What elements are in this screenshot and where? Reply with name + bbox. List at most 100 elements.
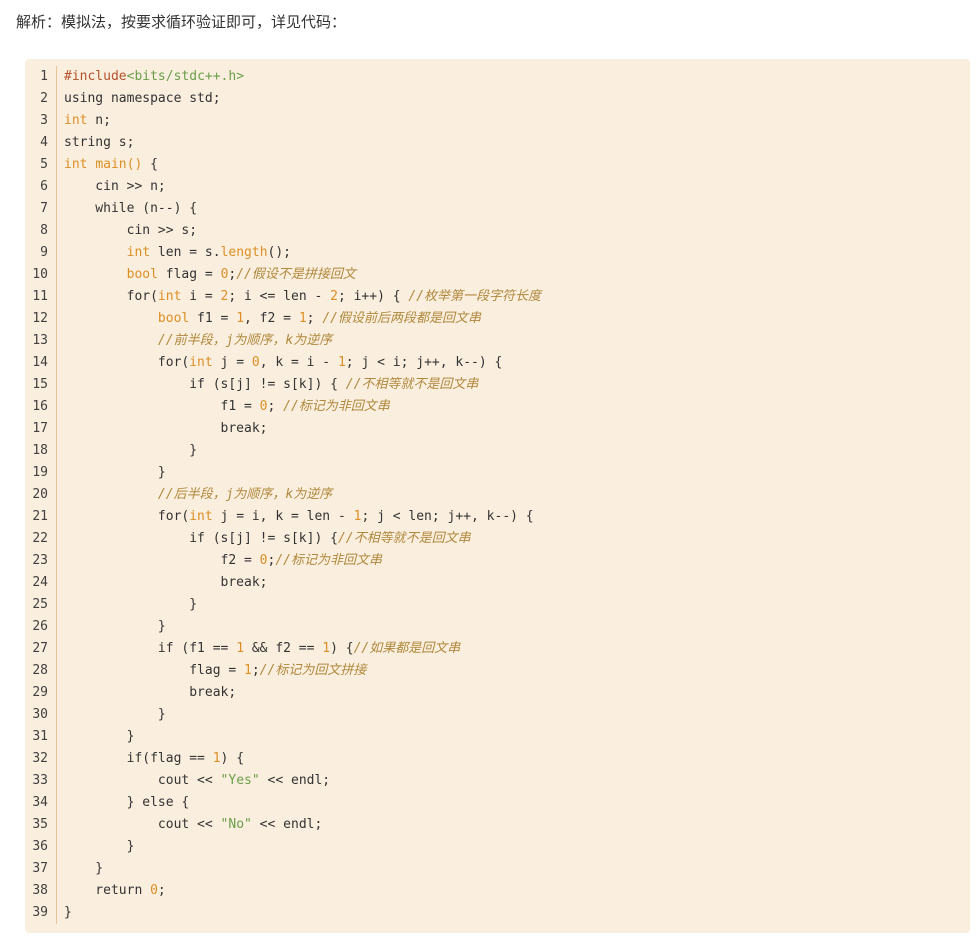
code-token: ;	[157, 883, 166, 898]
code-line: for(int j = 0, k = i - 1; j < i; j++, k-…	[64, 352, 954, 374]
code-line: if(flag == 1) {	[64, 748, 954, 770]
code-token: cin >> s;	[64, 223, 198, 238]
code-line: if (s[j] != s[k]) {//不相等就不是回文串	[64, 528, 954, 550]
code-line: }	[64, 726, 954, 748]
code-token: if(flag ==	[64, 751, 213, 766]
code-token: int	[64, 157, 88, 172]
code-token: len = s.	[150, 245, 221, 260]
line-number-gutter: 1 2 3 4 5 6 7 8 9 10 11 12 13 14 15 16 17 18 19 20 21 22 23 24 2…	[25, 66, 57, 924]
code-token: 0	[259, 399, 268, 414]
code-line: }	[64, 704, 954, 726]
code-line: break;	[64, 572, 954, 594]
line-number: 35	[32, 817, 48, 832]
code-token: 2	[330, 289, 338, 304]
code-line: int len = s.length();	[64, 242, 954, 264]
code-token: i =	[181, 289, 221, 304]
line-number: 14	[32, 355, 48, 370]
code-token: cout <<	[64, 773, 221, 788]
code-token: {	[142, 157, 158, 172]
line-number: 15	[32, 377, 48, 392]
line-number: 21	[32, 509, 48, 524]
code-token: //标记为非回文串	[283, 399, 390, 414]
code-line: }	[64, 462, 954, 484]
code-token: f1 =	[189, 311, 237, 326]
code-token: 1	[212, 751, 221, 766]
code-token: }	[64, 861, 104, 876]
code-line: //前半段，j为顺序，k为逆序	[64, 330, 954, 352]
code-line: }	[64, 440, 954, 462]
code-token: //不相等就不是回文串	[337, 531, 471, 546]
code-token: 0	[251, 355, 260, 370]
code-line: cout << "Yes" << endl;	[64, 770, 954, 792]
line-number: 16	[32, 399, 48, 414]
code-token: , k = i -	[259, 355, 338, 370]
code-line: using namespace std;	[64, 88, 954, 110]
code-line: int n;	[64, 110, 954, 132]
line-number: 24	[32, 575, 48, 590]
code-token: return	[64, 883, 151, 898]
line-number: 38	[32, 883, 48, 898]
code-token: }	[64, 465, 166, 480]
line-number: 17	[32, 421, 48, 436]
code-token: ;	[306, 311, 323, 326]
code-token: ) {	[220, 751, 245, 766]
code-token: 1	[244, 663, 252, 678]
code-token: }	[64, 729, 135, 744]
code-token: ; i++) {	[337, 289, 409, 304]
line-number: 3	[40, 113, 48, 128]
code-line: bool flag = 0;//假设不是拼接回文	[64, 264, 954, 286]
line-number: 26	[32, 619, 48, 634]
line-number: 22	[32, 531, 48, 546]
line-number: 29	[32, 685, 48, 700]
code-token: 1	[337, 355, 346, 370]
code-line: flag = 1;//标记为回文拼接	[64, 660, 954, 682]
line-number: 31	[32, 729, 48, 744]
code-token: << endl;	[259, 773, 331, 788]
code-line: break;	[64, 418, 954, 440]
line-number: 39	[32, 905, 48, 920]
line-number: 37	[32, 861, 48, 876]
line-number: 25	[32, 597, 48, 612]
code-token: }	[64, 597, 198, 612]
code-line: break;	[64, 682, 954, 704]
code-token: "Yes"	[220, 773, 260, 788]
code-line: while (n--) {	[64, 198, 954, 220]
line-number: 19	[32, 465, 48, 480]
code-token: } else {	[64, 795, 190, 810]
code-token: //前半段，j为顺序，k为逆序	[157, 333, 333, 348]
line-number: 6	[40, 179, 48, 194]
code-token: length	[220, 245, 268, 260]
code-line: }	[64, 836, 954, 858]
code-line: }	[64, 858, 954, 880]
line-number: 23	[32, 553, 48, 568]
code-token: <bits/stdc++.h>	[126, 69, 245, 84]
code-token: #include	[64, 69, 127, 84]
code-line: //后半段，j为顺序，k为逆序	[64, 484, 954, 506]
code-line: bool f1 = 1, f2 = 1; //假设前后两段都是回文串	[64, 308, 954, 330]
line-number: 36	[32, 839, 48, 854]
code-token: bool	[157, 311, 190, 326]
code-token: cin >> n;	[64, 179, 166, 194]
code-token: ();	[267, 245, 292, 260]
code-token: }	[64, 839, 135, 854]
line-number: 20	[32, 487, 48, 502]
code-token: int	[189, 355, 213, 370]
code-line: }	[64, 616, 954, 638]
line-number: 13	[32, 333, 48, 348]
code-token: }	[64, 619, 166, 634]
code-token: }	[64, 905, 72, 920]
code-token: for(	[64, 509, 190, 524]
code-token: //假设不是拼接回文	[236, 267, 356, 282]
code-token: break;	[64, 575, 268, 590]
code-token: if (f1 ==	[64, 641, 237, 656]
line-number: 9	[40, 245, 48, 260]
line-number: 5	[40, 157, 48, 172]
code-token: 1	[236, 311, 245, 326]
code-token: main()	[95, 157, 143, 172]
code-token: cout <<	[64, 817, 221, 832]
code-line: string s;	[64, 132, 954, 154]
code-token: ; j < len; j++, k--) {	[361, 509, 534, 524]
line-number: 4	[40, 135, 48, 150]
line-number: 18	[32, 443, 48, 458]
code-token: , f2 =	[244, 311, 299, 326]
